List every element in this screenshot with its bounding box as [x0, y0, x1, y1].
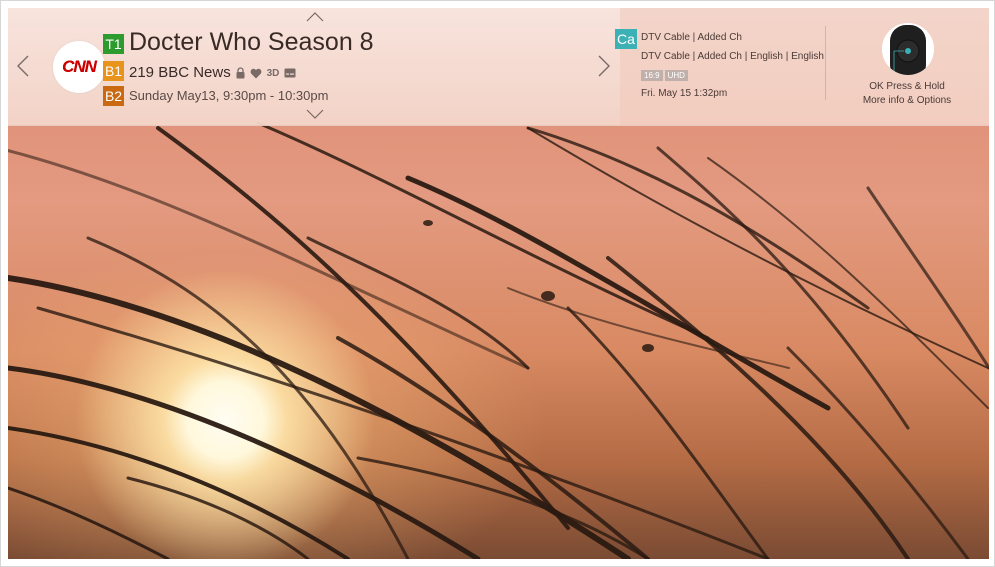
3d-icon: 3D — [266, 67, 280, 79]
source-line-1: DTV Cable | Added Ch — [641, 32, 742, 43]
remote-hint-line-1: OK Press & Hold — [869, 81, 945, 92]
chevron-down-icon[interactable] — [306, 109, 324, 119]
chevron-up-icon[interactable] — [306, 12, 324, 22]
caption-icon — [284, 67, 296, 79]
remote-control-icon — [882, 23, 934, 75]
info-banner: CNN T1 B1 B2 Docter Who Season 8 219 BBC… — [8, 8, 989, 126]
program-schedule: Sunday May13, 9:30pm - 10:30pm — [129, 88, 329, 103]
badge-b1: B1 — [103, 61, 124, 81]
source-line-2: DTV Cable | Added Ch | English | English — [641, 51, 824, 62]
chevron-left-icon[interactable] — [17, 55, 29, 77]
channel-name: 219 BBC News — [129, 64, 231, 81]
aspect-ratio-tag: 16:9 — [641, 70, 663, 81]
divider — [825, 26, 826, 100]
source-badge: Ca — [615, 29, 637, 49]
lock-icon — [234, 67, 246, 79]
program-title: Docter Who Season 8 — [129, 28, 374, 56]
badge-b2: B2 — [103, 86, 124, 106]
channel-logo-text: CNN — [62, 57, 97, 76]
channel-icons: 3D — [234, 66, 296, 80]
tv-frame: CNN T1 B1 B2 Docter Who Season 8 219 BBC… — [0, 0, 995, 567]
current-datetime: Fri. May 15 1:32pm — [641, 88, 728, 99]
chevron-right-icon[interactable] — [598, 55, 610, 77]
channel-logo: CNN — [53, 41, 105, 93]
tv-screen: CNN T1 B1 B2 Docter Who Season 8 219 BBC… — [8, 8, 989, 559]
badge-t1: T1 — [103, 34, 124, 54]
remote-hint-line-2: More info & Options — [862, 95, 952, 106]
source-panel — [620, 8, 989, 125]
heart-icon — [250, 67, 262, 79]
uhd-tag: UHD — [664, 70, 688, 81]
format-tags: 16:9 UHD — [641, 70, 688, 81]
